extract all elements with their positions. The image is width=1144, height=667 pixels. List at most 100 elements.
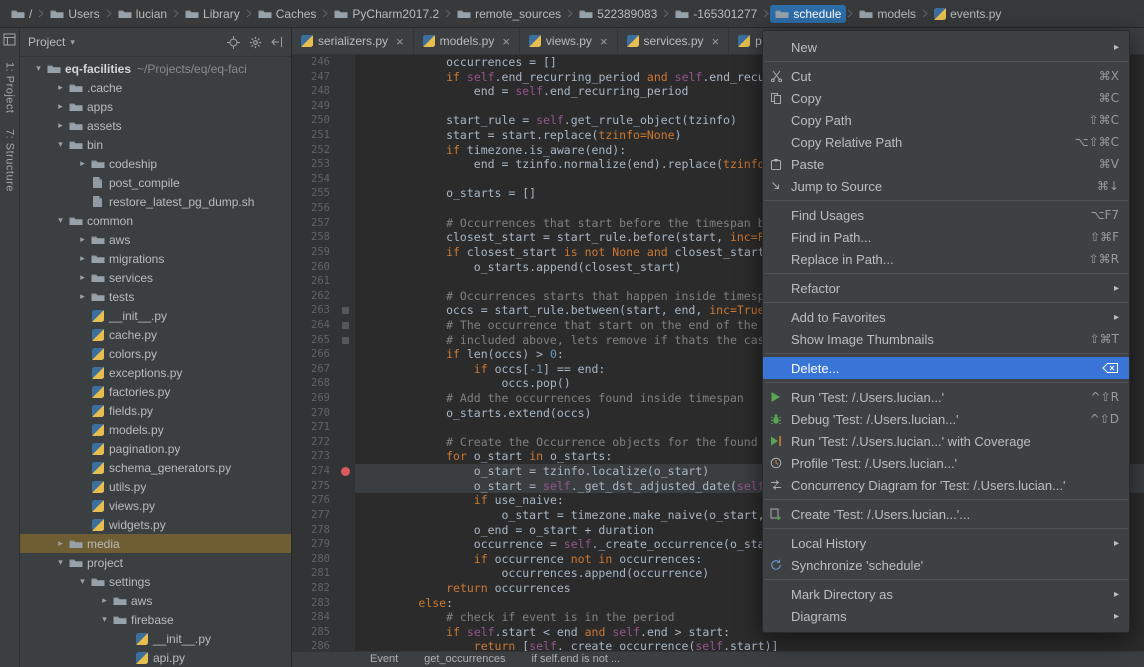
menu-item[interactable]: Diagrams ▸ <box>763 605 1129 627</box>
menu-item[interactable]: Copy ⌘C <box>763 87 1129 109</box>
menu-item[interactable]: Find Usages ⌥F7 <box>763 204 1129 226</box>
tool-windows-icon[interactable] <box>3 33 16 46</box>
menu-item[interactable]: Paste ⌘V <box>763 153 1129 175</box>
locate-icon[interactable] <box>227 35 240 49</box>
menu-item[interactable]: Add to Favorites ▸ <box>763 306 1129 328</box>
tree-row[interactable]: exceptions.py <box>20 363 291 382</box>
editor-tab[interactable]: serializers.py × <box>292 28 414 54</box>
line-number[interactable]: 275 <box>292 478 338 494</box>
tree-row[interactable]: ▾ firebase <box>20 610 291 629</box>
line-number[interactable]: 246 <box>292 55 338 70</box>
tree-row[interactable]: schema_generators.py <box>20 458 291 477</box>
tree-row[interactable]: ▸ apps <box>20 97 291 116</box>
tree-row[interactable]: cache.py <box>20 325 291 344</box>
tree-row[interactable]: ▾ eq-facilities ~/Projects/eq/eq-faci <box>20 59 291 78</box>
tree-row[interactable]: ▸ aws <box>20 591 291 610</box>
breadcrumb-item[interactable]: / <box>6 5 37 23</box>
breadcrumb-item[interactable]: Users <box>45 5 104 23</box>
menu-item[interactable]: Run 'Test: /.Users.lucian...' with Cover… <box>763 430 1129 452</box>
gear-icon[interactable] <box>249 36 262 49</box>
tree-row[interactable]: widgets.py <box>20 515 291 534</box>
line-number[interactable]: 269 <box>292 391 338 406</box>
line-number[interactable]: 267 <box>292 361 338 377</box>
tree-row[interactable]: models.py <box>20 420 291 439</box>
line-number[interactable]: 252 <box>292 142 338 158</box>
tab-close-icon[interactable]: × <box>712 35 720 48</box>
line-number[interactable]: 282 <box>292 580 338 596</box>
tree-row[interactable]: ▾ project <box>20 553 291 572</box>
menu-item[interactable]: Find in Path... ⇧⌘F <box>763 226 1129 248</box>
tree-row[interactable]: fields.py <box>20 401 291 420</box>
editor-tab[interactable]: views.py × <box>520 28 618 54</box>
tree-row[interactable]: restore_latest_pg_dump.sh <box>20 192 291 211</box>
tree-row[interactable]: views.py <box>20 496 291 515</box>
tree-row[interactable]: ▸ services <box>20 268 291 287</box>
line-number[interactable]: 276 <box>292 493 338 508</box>
tree-row[interactable]: ▾ settings <box>20 572 291 591</box>
tab-close-icon[interactable]: × <box>396 35 404 48</box>
menu-item[interactable]: Delete... <box>763 357 1129 379</box>
breadcrumb-item[interactable]: schedule <box>770 4 847 23</box>
breadcrumb-segment[interactable]: Event <box>370 652 398 667</box>
tree-row[interactable]: api.py <box>20 648 291 667</box>
line-number[interactable]: 247 <box>292 69 338 85</box>
line-number[interactable]: 264 <box>292 317 338 333</box>
line-number[interactable]: 249 <box>292 98 338 114</box>
tree-row[interactable]: ▸ tests <box>20 287 291 306</box>
tree-row[interactable]: __init__.py <box>20 306 291 325</box>
menu-item[interactable]: Cut ⌘X <box>763 65 1129 87</box>
line-number[interactable]: 272 <box>292 434 338 450</box>
line-number[interactable]: 271 <box>292 420 338 435</box>
editor-tab[interactable]: models.py × <box>414 28 520 54</box>
structure-tool-button[interactable]: 7: Structure <box>4 129 16 192</box>
breadcrumb-item[interactable]: -165301277 <box>670 5 762 23</box>
tree-row[interactable]: colors.py <box>20 344 291 363</box>
line-number[interactable]: 257 <box>292 215 338 231</box>
line-number[interactable]: 281 <box>292 566 338 581</box>
breadcrumb-item[interactable]: Caches <box>253 5 322 23</box>
line-number[interactable]: 283 <box>292 595 338 611</box>
tree-row[interactable]: __init__.py <box>20 629 291 648</box>
menu-item[interactable]: Show Image Thumbnails ⇧⌘T <box>763 328 1129 350</box>
menu-item[interactable]: Run 'Test: /.Users.lucian...' ^⇧R <box>763 386 1129 408</box>
line-number[interactable]: 251 <box>292 128 338 143</box>
tree-row[interactable]: ▸ assets <box>20 116 291 135</box>
line-number[interactable]: 250 <box>292 113 338 129</box>
tree-row[interactable]: ▸ .cache <box>20 78 291 97</box>
line-number[interactable]: 279 <box>292 537 338 552</box>
tree-row[interactable]: ▸ aws <box>20 230 291 249</box>
menu-item[interactable]: Debug 'Test: /.Users.lucian...' ^⇧D <box>763 408 1129 430</box>
line-number[interactable]: 266 <box>292 347 338 362</box>
line-number[interactable]: 262 <box>292 288 338 304</box>
line-number[interactable]: 285 <box>292 624 338 640</box>
menu-item[interactable]: Profile 'Test: /.Users.lucian...' <box>763 452 1129 474</box>
line-number[interactable]: 273 <box>292 449 338 465</box>
menu-item[interactable]: Local History ▸ <box>763 532 1129 554</box>
breakpoint-icon[interactable] <box>341 466 350 476</box>
code-text[interactable]: return [self._create_occurrence(self.sta… <box>355 639 1144 651</box>
line-number[interactable]: 284 <box>292 610 338 625</box>
line-number[interactable]: 277 <box>292 507 338 523</box>
breadcrumb-item[interactable]: models <box>854 5 921 23</box>
menu-item[interactable]: Jump to Source ⌘↓ <box>763 175 1129 197</box>
line-number[interactable]: 265 <box>292 332 338 348</box>
line-number[interactable]: 253 <box>292 157 338 172</box>
line-number[interactable]: 258 <box>292 230 338 245</box>
breadcrumb-item[interactable]: lucian <box>113 5 172 23</box>
breadcrumb-item[interactable]: PyCharm2017.2 <box>329 5 444 23</box>
breadcrumb-item[interactable]: Library <box>180 5 245 23</box>
line-number[interactable]: 268 <box>292 376 338 392</box>
tree-row[interactable]: ▾ bin <box>20 135 291 154</box>
menu-item[interactable]: Mark Directory as ▸ <box>763 583 1129 605</box>
line-number[interactable]: 255 <box>292 186 338 202</box>
tree-row[interactable]: ▸ media <box>20 534 291 553</box>
line-number[interactable]: 254 <box>292 171 338 187</box>
editor-tab[interactable]: services.py × <box>618 28 730 54</box>
menu-item[interactable]: Create 'Test: /.Users.lucian...'... <box>763 503 1129 525</box>
breadcrumb-item[interactable]: events.py <box>929 5 1006 23</box>
tree-row[interactable]: post_compile <box>20 173 291 192</box>
breadcrumb-segment[interactable]: get_occurrences <box>424 652 505 667</box>
breadcrumb-item[interactable]: 522389083 <box>574 5 662 23</box>
menu-item[interactable]: Copy Relative Path ⌥⇧⌘C <box>763 131 1129 153</box>
tree-row[interactable]: utils.py <box>20 477 291 496</box>
